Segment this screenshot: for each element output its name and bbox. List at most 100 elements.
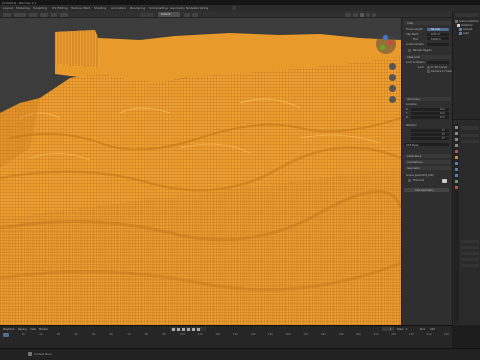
select-menu[interactable] [40,12,48,17]
timeline-tick: 40 [74,333,78,336]
tab-shading[interactable]: Shading [94,6,106,10]
timeline-tick: 230 [408,333,414,336]
tab-sculpting[interactable]: Sculpting [33,6,47,10]
view-lock-title: View Lock [407,55,420,59]
flat-toggle[interactable] [442,178,447,183]
snap-toggle[interactable] [184,12,190,17]
lock-cursor-label: To 3D Cursor [431,66,448,69]
tab-rendering[interactable]: Rendering [130,6,145,10]
mode-select[interactable] [14,12,26,17]
particles-tab-icon[interactable] [455,168,458,171]
outliner-item-light[interactable]: Light [463,32,469,35]
timeline-tick: 110 [197,333,203,336]
transform-orientation[interactable] [140,12,154,17]
terrain-wireframe [0,18,401,325]
tab-modeling[interactable]: Modeling [16,6,30,10]
tab-animation[interactable]: Animation [111,6,126,10]
lock-object-field[interactable] [427,60,449,64]
timeline-tick: 180 [320,333,326,336]
proportional-toggle[interactable] [192,12,198,17]
editor-type-button[interactable] [3,12,11,17]
timeline-tick: 220 [391,333,397,336]
timeline-tick: 80 [144,333,149,336]
local-camera-label: Local Camera [406,43,424,46]
modifier-tab-icon[interactable] [455,162,458,165]
view-menu[interactable] [29,12,37,17]
x-axis-icon[interactable] [388,40,393,45]
tab-compositing[interactable]: Compositing [149,6,168,10]
shading-solid-button[interactable] [360,12,364,17]
pan-icon[interactable] [389,74,396,81]
shading-dropdown[interactable]: Default [158,12,180,17]
next-keyframe-icon[interactable] [192,327,195,331]
object-tab-icon[interactable] [455,156,458,159]
tab-uv-editing[interactable]: UV Editing [52,6,68,10]
sidebar-panel: View Focal Length 50 mm Clip Start 0.01 … [401,18,452,325]
timeline-playback-menu[interactable]: Playback [3,328,15,331]
jump-end-icon[interactable] [197,327,200,331]
data-tab-icon[interactable] [455,180,458,183]
physics-tab-icon[interactable] [455,174,458,177]
play-reverse-icon[interactable] [182,327,185,331]
lock-camera-checkbox[interactable] [427,70,430,73]
rotation-mode-value: XYZ Euler [406,143,419,147]
add-workspace-button[interactable] [232,6,236,10]
timeline-ruler[interactable]: 0 10 20 30 40 50 60 70 80 90 100 110 120 130 140 150 160… [0,333,452,337]
start-frame-value[interactable]: 1 [406,328,408,331]
view-section-title: View [407,21,414,25]
flat-checkbox[interactable] [408,179,411,182]
tab-layout[interactable]: Layout [3,6,13,10]
current-frame-field[interactable] [382,327,394,331]
window-title: [Untitled] - Blender 4.1 [2,0,37,5]
status-hint: Context Menu [34,352,53,356]
zoom-icon[interactable] [389,63,396,70]
object-menu[interactable] [60,12,68,17]
timeline-tick: 70 [127,333,131,336]
z-axis-icon[interactable] [383,35,388,40]
timeline-tick: 50 [92,333,96,336]
camera-icon [459,28,462,31]
view-layer-tab-icon[interactable] [455,144,458,147]
viewport-3d[interactable] [0,18,401,325]
properties-row [461,134,479,137]
scene-tab-icon[interactable] [455,150,458,153]
add-menu[interactable] [51,12,57,17]
shading-rendered-button[interactable] [372,12,376,17]
camera-view-icon[interactable] [389,85,396,92]
material-tab-icon[interactable] [455,186,458,189]
timeline-view-menu[interactable]: View [30,328,36,331]
tool-tab-icon[interactable] [455,126,458,129]
outliner-item-scene[interactable]: Scene Collection [459,20,479,23]
timeline-tick: 0 [4,333,6,336]
outliner-filter[interactable] [455,13,479,17]
overlays-toggle[interactable] [345,12,351,17]
clip-end-value: 1000 m [431,37,441,41]
perspective-toggle-icon[interactable] [389,96,396,103]
cursor-rx-value: 0° [442,129,445,132]
play-icon[interactable] [187,327,190,331]
render-tab-icon[interactable] [455,132,458,135]
properties-editor [452,119,480,325]
local-camera-field[interactable] [427,42,449,46]
cursor-rotation-label: Rotation [406,124,417,127]
xray-toggle[interactable] [353,12,358,17]
collection-icon [457,24,460,27]
tab-texture-paint[interactable]: Texture Paint [71,6,90,10]
properties-search[interactable] [461,126,479,130]
outliner-item-collection[interactable]: Collection [461,24,473,27]
render-region-checkbox[interactable] [408,48,411,52]
tab-geometry-nodes[interactable]: Geometry Nodes [170,6,195,10]
output-tab-icon[interactable] [455,138,458,141]
end-frame-value[interactable]: 250 [430,328,435,331]
lock-cursor-checkbox[interactable] [427,66,430,69]
timeline-marker-menu[interactable]: Marker [39,328,48,331]
jump-start-icon[interactable] [172,327,175,331]
prev-keyframe-icon[interactable] [177,327,180,331]
timeline-tick: 120 [215,333,221,336]
outliner-item-camera[interactable]: Camera [463,28,472,31]
shading-material-button[interactable] [366,12,370,17]
timeline-keying-menu[interactable]: Keying [18,328,27,331]
annotations-title: Annotations [407,160,423,164]
tab-scripting[interactable]: Scripting [195,6,208,10]
y-axis-icon[interactable] [380,45,385,50]
